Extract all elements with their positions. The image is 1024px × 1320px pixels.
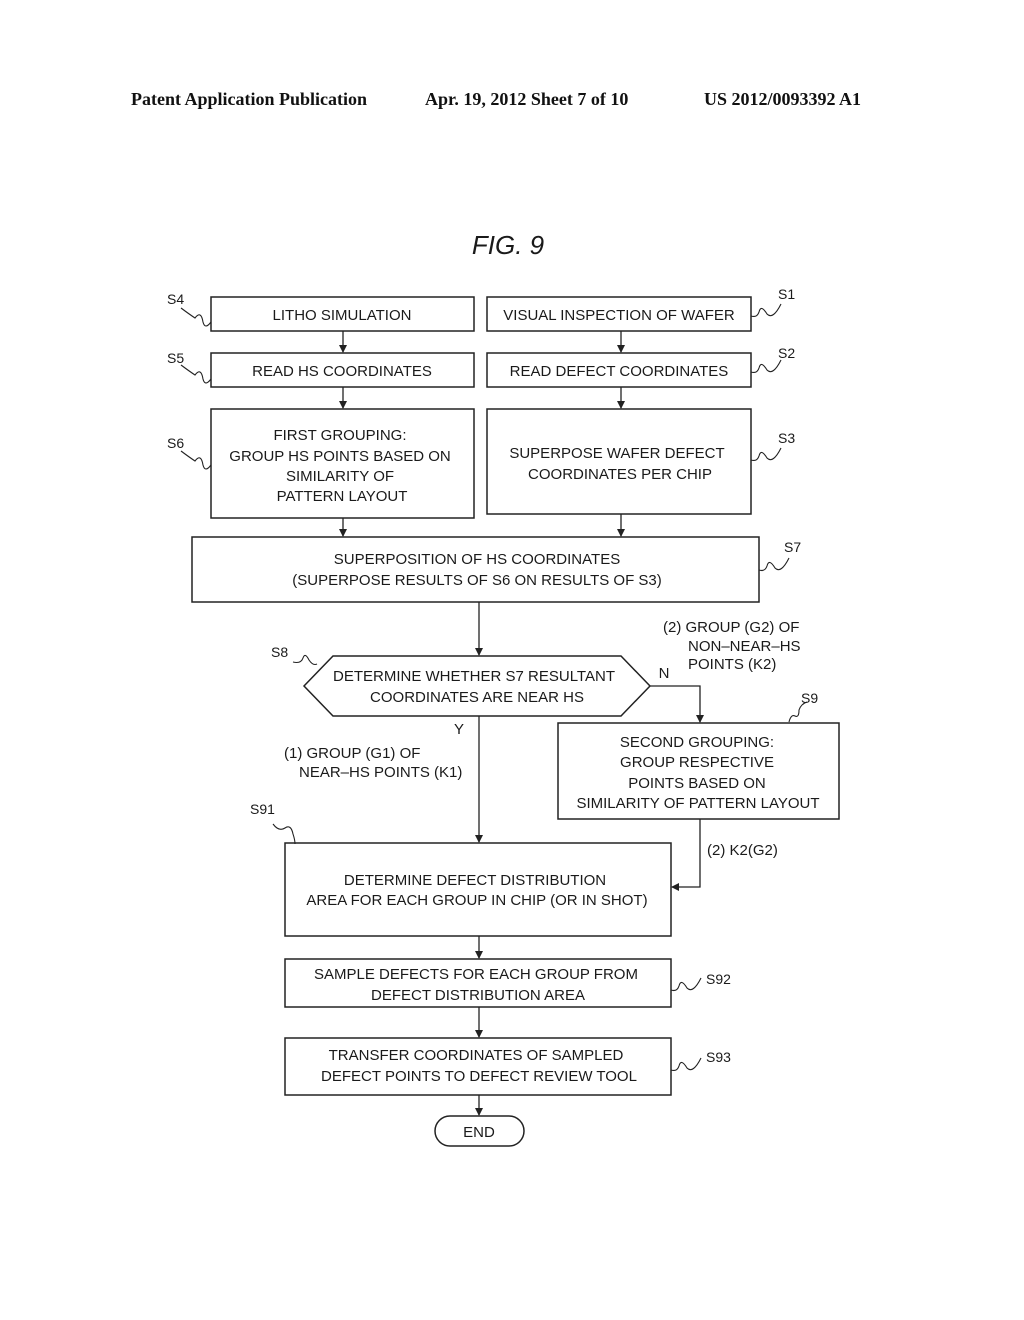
leader-s91 <box>272 823 296 845</box>
svg-text:(1) GROUP (G1) OF: (1) GROUP (G1) OF <box>284 745 420 762</box>
arrow-s9-s91 <box>671 819 701 891</box>
label-s7: S7 <box>784 539 801 555</box>
svg-text:(2) GROUP (G2) OF: (2) GROUP (G2) OF <box>663 619 799 636</box>
svg-text:SAMPLE DEFECTS FOR EACH GROUP: SAMPLE DEFECTS FOR EACH GROUP FROM <box>314 966 638 983</box>
svg-text:FIRST GROUPING:: FIRST GROUPING: <box>273 427 406 444</box>
branch-yes-label: Y <box>454 721 464 738</box>
label-s1: S1 <box>778 286 795 302</box>
leader-s2 <box>750 359 782 374</box>
step-s91-box <box>284 842 672 937</box>
step-s7-box <box>191 536 760 603</box>
svg-text:SIMILARITY OF PATTERN LAYOUT: SIMILARITY OF PATTERN LAYOUT <box>576 795 819 812</box>
flowchart: FIG. 9 S4 S5 S6 S1 S2 S3 S7 S8 S9 S91 S9… <box>167 230 840 1147</box>
svg-text:POINTS BASED ON: POINTS BASED ON <box>628 775 766 792</box>
svg-text:SUPERPOSE WAFER DEFECT: SUPERPOSE WAFER DEFECT <box>509 445 724 462</box>
svg-text:READ DEFECT COORDINATES: READ DEFECT COORDINATES <box>510 363 729 380</box>
step-s1-text: VISUAL INSPECTION OF WAFER <box>503 307 735 324</box>
label-s3: S3 <box>778 430 795 446</box>
svg-text:VISUAL INSPECTION OF WAFER: VISUAL INSPECTION OF WAFER <box>503 307 735 324</box>
step-s2-text: READ DEFECT COORDINATES <box>510 363 729 380</box>
label-s91: S91 <box>250 801 275 817</box>
svg-text:AREA FOR EACH GROUP IN CHIP (O: AREA FOR EACH GROUP IN CHIP (OR IN SHOT) <box>306 892 647 909</box>
label-s92: S92 <box>706 971 731 987</box>
svg-text:GROUP HS POINTS BASED ON: GROUP HS POINTS BASED ON <box>229 448 450 465</box>
label-s9: S9 <box>801 690 818 706</box>
svg-text:PATTERN LAYOUT: PATTERN LAYOUT <box>277 488 408 505</box>
leader-s93 <box>670 1057 702 1072</box>
svg-text:COORDINATES ARE NEAR HS: COORDINATES ARE NEAR HS <box>370 689 584 706</box>
svg-text:COORDINATES PER CHIP: COORDINATES PER CHIP <box>528 466 712 483</box>
svg-text:DEFECT DISTRIBUTION AREA: DEFECT DISTRIBUTION AREA <box>371 987 585 1004</box>
leader-s5 <box>180 364 212 384</box>
svg-text:SECOND GROUPING:: SECOND GROUPING: <box>620 734 774 751</box>
leader-s92 <box>670 977 702 992</box>
step-s5-text: READ HS COORDINATES <box>252 363 432 380</box>
step-s4-text: LITHO SIMULATION <box>273 307 412 324</box>
svg-text:SUPERPOSITION OF HS COORDINATE: SUPERPOSITION OF HS COORDINATES <box>334 551 620 568</box>
svg-text:LITHO SIMULATION: LITHO SIMULATION <box>273 307 412 324</box>
svg-text:DETERMINE WHETHER S7 RESULTANT: DETERMINE WHETHER S7 RESULTANT <box>333 668 615 685</box>
branch-no-label: N <box>659 665 670 682</box>
label-s5: S5 <box>167 350 184 366</box>
leader-s6 <box>180 450 212 470</box>
label-s93: S93 <box>706 1049 731 1065</box>
label-s4: S4 <box>167 291 184 307</box>
label-s6: S6 <box>167 435 184 451</box>
no-group-annotation: (2) GROUP (G2) OF NON–NEAR–HS POINTS (K2… <box>663 619 801 673</box>
arrow-s8-no-s9 <box>650 685 704 723</box>
svg-text:POINTS (K2): POINTS (K2) <box>688 656 776 673</box>
label-s8: S8 <box>271 644 288 660</box>
label-s2: S2 <box>778 345 795 361</box>
svg-text:DEFECT POINTS TO DEFECT REVIEW: DEFECT POINTS TO DEFECT REVIEW TOOL <box>321 1068 637 1085</box>
svg-text:TRANSFER COORDINATES OF SAMPLE: TRANSFER COORDINATES OF SAMPLED <box>329 1047 624 1064</box>
step-s8-decision <box>302 655 652 717</box>
svg-text:READ HS COORDINATES: READ HS COORDINATES <box>252 363 432 380</box>
svg-text:NEAR–HS POINTS (K1): NEAR–HS POINTS (K1) <box>299 764 462 781</box>
leader-s3 <box>750 447 782 462</box>
k2-annotation: (2) K2(G2) <box>707 842 778 859</box>
figure-title: FIG. 9 <box>472 230 544 260</box>
svg-text:NON–NEAR–HS: NON–NEAR–HS <box>688 638 801 655</box>
leader-s4 <box>180 307 212 327</box>
leader-s7 <box>758 557 790 572</box>
svg-text:DETERMINE DEFECT DISTRIBUTION: DETERMINE DEFECT DISTRIBUTION <box>344 872 606 889</box>
leader-s1 <box>750 303 782 318</box>
svg-text:(SUPERPOSE RESULTS OF S6 ON RE: (SUPERPOSE RESULTS OF S6 ON RESULTS OF S… <box>292 572 662 589</box>
end-text: END <box>463 1124 495 1141</box>
leader-s8 <box>292 654 318 666</box>
svg-text:SIMILARITY OF: SIMILARITY OF <box>286 468 394 485</box>
svg-text:GROUP RESPECTIVE: GROUP RESPECTIVE <box>620 754 774 771</box>
yes-group-annotation: (1) GROUP (G1) OF NEAR–HS POINTS (K1) <box>284 745 462 781</box>
